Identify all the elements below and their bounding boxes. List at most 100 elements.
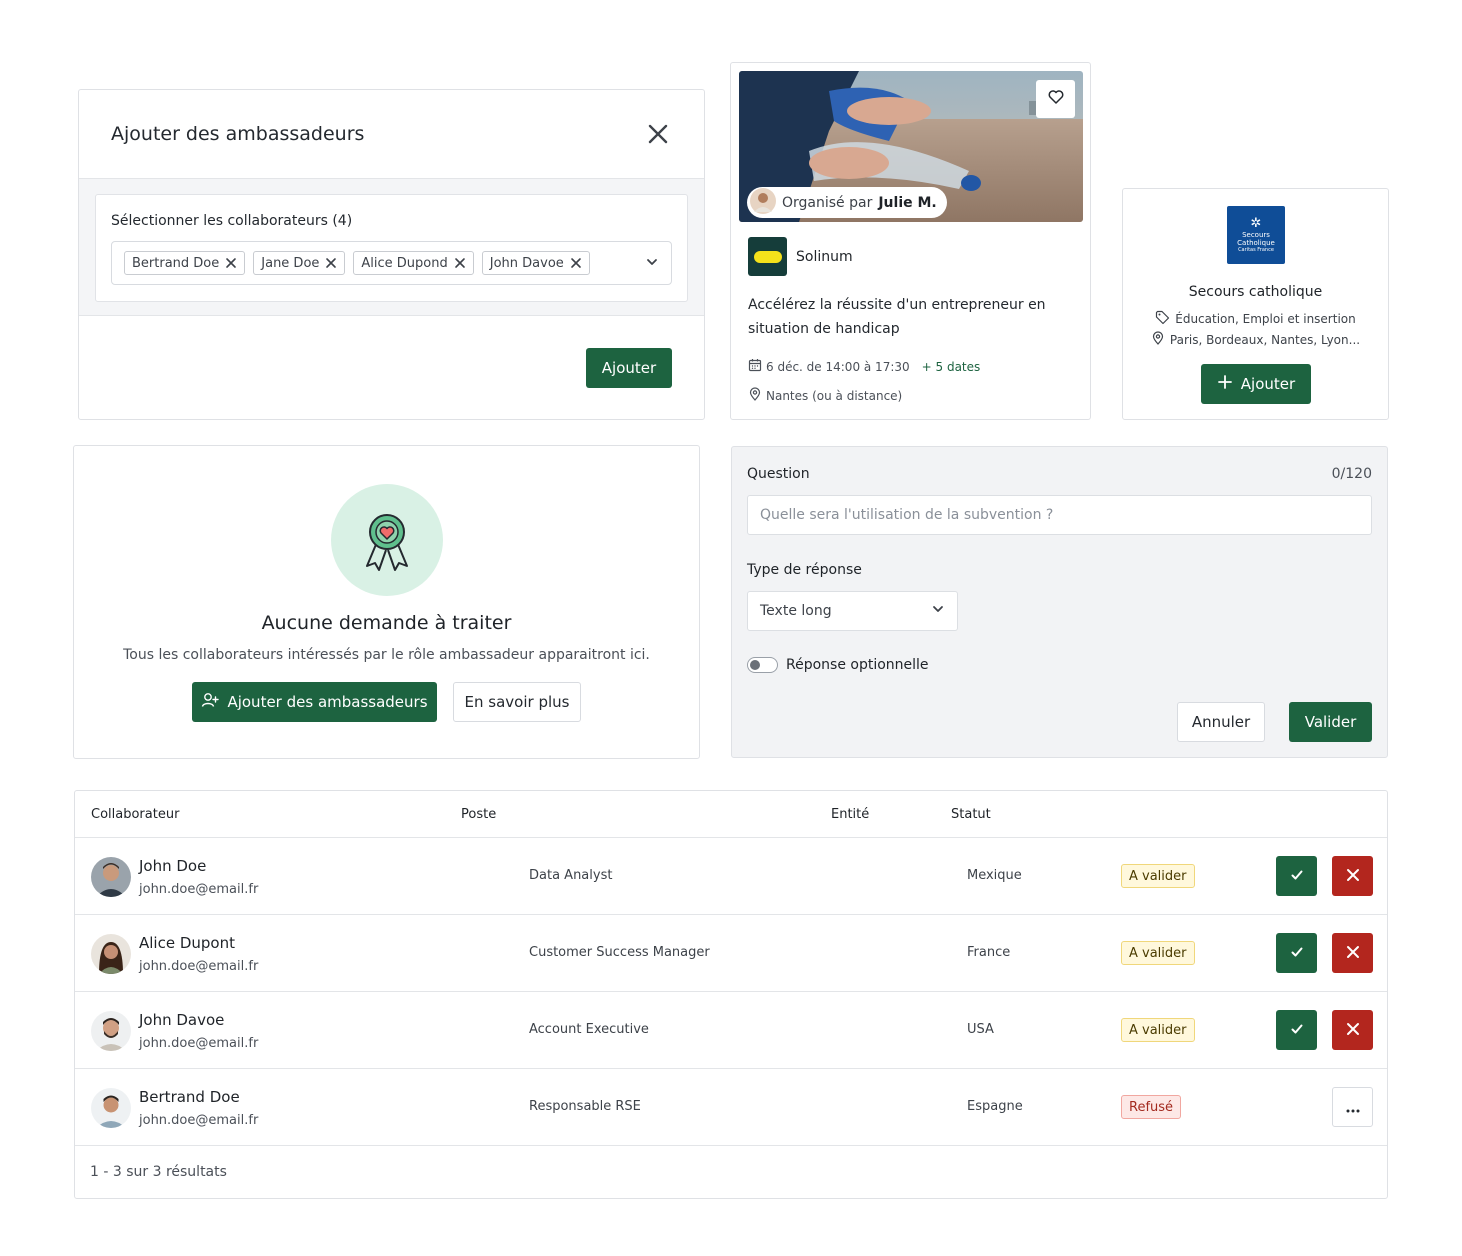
more-actions-button[interactable] [1332,1087,1373,1127]
question-input[interactable] [747,495,1372,535]
award-ribbon-icon [331,484,443,596]
location-pin-icon [748,387,762,404]
organizer-avatar [750,187,776,218]
modal-footer: Ajouter [79,316,704,419]
approve-button[interactable] [1276,1010,1317,1050]
organization-card[interactable]: ✲ Secours Catholique Caritas France Seco… [1122,188,1389,420]
modal-header: Ajouter des ambassadeurs [79,90,704,179]
table-row: John Davoe john.doe@email.fr Account Exe… [75,992,1387,1069]
event-date-row: 6 déc. de 14:00 à 17:30 + 5 dates [748,358,980,375]
collaborator-email: john.doe@email.fr [139,1113,259,1128]
plus-icon [1217,374,1233,394]
collaborator-poste: Responsable RSE [529,1099,641,1114]
add-button[interactable]: Ajouter [586,348,672,388]
add-ambassadors-button[interactable]: Ajouter des ambassadeurs [192,682,437,722]
reject-button[interactable] [1332,856,1373,896]
collaborator-email: john.doe@email.fr [139,1036,259,1051]
approve-button[interactable] [1276,856,1317,896]
add-user-icon [201,692,220,712]
status-badge: A valider [1121,1018,1195,1042]
empty-state-card: Aucune demande à traiter Tous les collab… [73,445,700,759]
question-label: Question [747,466,810,482]
organized-by-prefix: Organisé par [782,194,873,211]
organizer-name: Julie M. [878,194,937,211]
remove-chip-icon[interactable] [325,257,337,269]
add-organization-button[interactable]: Ajouter [1201,364,1311,404]
response-type-select[interactable]: Texte long [747,591,958,631]
collaborator-poste: Account Executive [529,1022,649,1037]
close-icon[interactable] [644,120,672,148]
chip: Jane Doe [253,251,346,275]
collaborator-entite: Espagne [967,1099,1023,1114]
collaborator-name: John Davoe [139,1011,225,1029]
avatar [91,1088,131,1128]
optional-response-toggle[interactable] [747,657,778,673]
more-dates-link[interactable]: + 5 dates [922,360,981,374]
modal-title: Ajouter des ambassadeurs [111,123,365,145]
collaborator-multiselect[interactable]: Bertrand Doe Jane Doe Alice Dupond John … [111,241,672,285]
empty-state-title: Aucune demande à traiter [261,612,512,634]
chip-label: Bertrand Doe [132,255,220,271]
response-type-label: Type de réponse [747,562,862,578]
collaborator-email: john.doe@email.fr [139,882,259,897]
close-icon [1346,1021,1360,1040]
solinum-logo [748,237,787,276]
cancel-button[interactable]: Annuler [1177,702,1265,742]
chip: John Davoe [481,251,590,275]
column-header-poste: Poste [461,807,497,822]
event-org-name: Solinum [796,248,853,265]
learn-more-button[interactable]: En savoir plus [453,682,581,722]
add-ambassadors-modal: Ajouter des ambassadeurs Sélectionner le… [78,89,705,420]
check-icon [1290,944,1304,963]
reject-button[interactable] [1332,1010,1373,1050]
table-row: Bertrand Doe john.doe@email.fr Responsab… [75,1069,1387,1146]
secours-catholique-logo: ✲ Secours Catholique Caritas France [1227,206,1285,264]
avatar [91,934,131,974]
ellipsis-icon [1346,1098,1360,1117]
event-organization: Solinum [748,237,853,276]
event-title: Accélérez la réussite d'un entrepreneur … [748,297,1046,337]
avatar [91,857,131,897]
chip-label: Jane Doe [261,255,320,271]
ambassadors-table: Collaborateur Poste Entité Statut John D… [74,790,1388,1199]
avatar [91,1011,131,1051]
collaborator-entite: USA [967,1022,994,1037]
collaborator-select-panel: Sélectionner les collaborateurs (4) Bert… [95,194,688,302]
event-location: Nantes (ou à distance) [766,388,903,403]
response-type-value: Texte long [760,603,832,619]
column-header-statut: Statut [951,807,991,822]
organization-name: Secours catholique [1188,284,1323,300]
favorite-button[interactable] [1036,80,1075,118]
table-row: Alice Dupont john.doe@email.fr Customer … [75,915,1387,992]
location-pin-icon [1151,331,1165,348]
modal-body: Sélectionner les collaborateurs (4) Bert… [79,179,704,316]
chevron-down-icon [931,602,945,620]
optional-response-label: Réponse optionnelle [786,657,929,673]
table-row: John Doe john.doe@email.fr Data Analyst … [75,838,1387,915]
chip: Bertrand Doe [124,251,246,275]
chevron-down-icon[interactable] [645,254,659,273]
reject-button[interactable] [1332,933,1373,973]
collaborator-entite: Mexique [967,868,1022,883]
status-badge: A valider [1121,941,1195,965]
optional-response-row: Réponse optionnelle [747,657,929,673]
remove-chip-icon[interactable] [570,257,582,269]
check-icon [1290,867,1304,886]
question-form: Question 0/120 Type de réponse Texte lon… [731,446,1388,758]
column-header-entite: Entité [831,807,870,822]
organization-tags: Éducation, Emploi et insertion [1175,312,1356,326]
remove-chip-icon[interactable] [225,257,237,269]
validate-button[interactable]: Valider [1289,702,1372,742]
heart-icon [1047,88,1065,110]
event-card[interactable]: Organisé par Julie M. Solinum Accélérez … [730,62,1091,420]
question-actions: Annuler Valider [1177,702,1372,742]
approve-button[interactable] [1276,933,1317,973]
chip-label: Alice Dupond [361,255,448,271]
status-badge: Refusé [1121,1095,1182,1119]
select-label: Sélectionner les collaborateurs (4) [111,213,353,229]
check-icon [1290,1021,1304,1040]
selected-chips: Bertrand Doe Jane Doe Alice Dupond John … [124,251,590,275]
event-location-row: Nantes (ou à distance) [748,387,902,404]
remove-chip-icon[interactable] [454,257,466,269]
chip-label: John Davoe [489,255,564,271]
